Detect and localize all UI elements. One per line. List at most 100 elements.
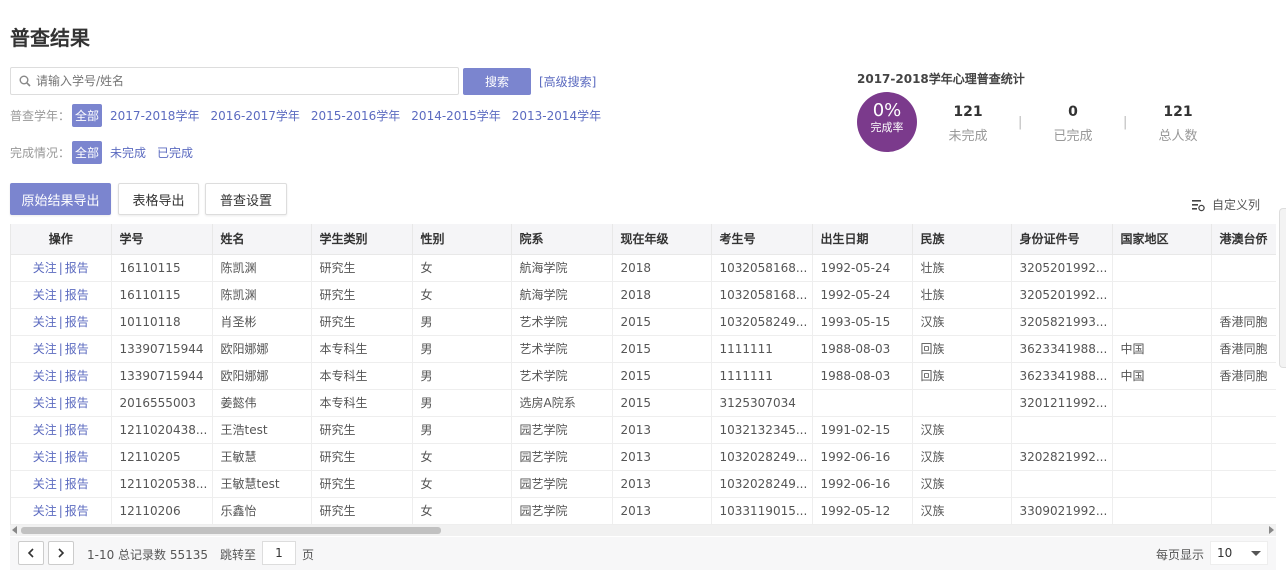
- cell-id-number: 3205201992...: [1011, 254, 1113, 282]
- col-header-student-id[interactable]: 学号: [111, 224, 213, 255]
- follow-link[interactable]: 关注: [33, 369, 57, 383]
- per-page-select[interactable]: 10: [1210, 541, 1268, 565]
- col-header-gender[interactable]: 性别: [412, 224, 512, 255]
- cell-department: 航海学院: [511, 254, 613, 282]
- cell-student-id: 1211020538...: [111, 470, 213, 498]
- cell-student-type: 研究生: [311, 443, 413, 471]
- search-button[interactable]: 搜索: [463, 68, 531, 95]
- report-link[interactable]: 报告: [65, 369, 89, 383]
- follow-link[interactable]: 关注: [33, 315, 57, 329]
- scroll-left-arrow[interactable]: [12, 526, 17, 534]
- col-header-name[interactable]: 姓名: [212, 224, 312, 255]
- cell-gender: 女: [412, 281, 512, 309]
- cell-exam-no: 1033119015...: [711, 497, 813, 525]
- cell-ethnicity: 回族: [912, 335, 1012, 363]
- col-header-country[interactable]: 国家地区: [1112, 224, 1212, 255]
- year-option-2017-2018[interactable]: 2017-2018学年: [110, 107, 199, 124]
- follow-link[interactable]: 关注: [33, 396, 57, 410]
- col-header-exam-no[interactable]: 考生号: [711, 224, 813, 255]
- completion-label: 完成率: [870, 121, 904, 134]
- custom-columns-button[interactable]: 自定义列: [1191, 196, 1260, 213]
- cell-country: [1112, 389, 1212, 417]
- follow-link[interactable]: 关注: [33, 477, 57, 491]
- export-raw-button[interactable]: 原始结果导出: [10, 183, 111, 215]
- col-header-hmt[interactable]: 港澳台侨: [1211, 224, 1276, 255]
- report-link[interactable]: 报告: [65, 504, 89, 518]
- cell-student-id: 2016555003: [111, 389, 213, 417]
- col-header-id-number[interactable]: 身份证件号: [1011, 224, 1113, 255]
- jump-page-input[interactable]: 1: [262, 541, 296, 565]
- stat-value: 0: [1068, 104, 1078, 120]
- results-table: 操作 学号 姓名 学生类别 性别 院系 现在年级 考生号 出生日期 民族 身份证…: [10, 224, 1276, 525]
- follow-link[interactable]: 关注: [33, 342, 57, 356]
- survey-settings-button[interactable]: 普查设置: [205, 183, 287, 215]
- cell-birth-date: 1992-05-24: [812, 281, 913, 309]
- cell-student-id: 16110115: [111, 281, 213, 309]
- cell-birth-date: 1991-02-15: [812, 416, 913, 444]
- col-header-grade[interactable]: 现在年级: [612, 224, 712, 255]
- cell-gender: 女: [412, 470, 512, 498]
- year-option-2013-2014[interactable]: 2013-2014学年: [512, 107, 601, 124]
- follow-link[interactable]: 关注: [33, 261, 57, 275]
- search-input[interactable]: [36, 74, 436, 88]
- cell-name: 陈凯渊: [212, 281, 312, 309]
- year-option-2014-2015[interactable]: 2014-2015学年: [411, 107, 500, 124]
- table-row: 关注 | 报告 13390715944 欧阳娜娜 本专科生男艺术学院 2015 1111111…: [11, 362, 1276, 390]
- cell-actions: 关注 | 报告: [11, 308, 112, 336]
- report-link[interactable]: 报告: [65, 477, 89, 491]
- search-box[interactable]: [10, 67, 459, 95]
- cell-grade: 2015: [612, 308, 712, 336]
- follow-link[interactable]: 关注: [33, 504, 57, 518]
- cell-department: 园艺学院: [511, 470, 613, 498]
- prev-page-button[interactable]: [18, 541, 44, 565]
- cell-student-type: 研究生: [311, 254, 413, 282]
- cell-gender: 女: [412, 497, 512, 525]
- follow-link[interactable]: 关注: [33, 450, 57, 464]
- export-table-button[interactable]: 表格导出: [118, 183, 199, 215]
- col-header-actions[interactable]: 操作: [11, 224, 112, 255]
- year-option-2016-2017[interactable]: 2016-2017学年: [210, 107, 299, 124]
- report-link[interactable]: 报告: [65, 261, 89, 275]
- cell-hmt: [1211, 254, 1276, 282]
- next-page-button[interactable]: [48, 541, 74, 565]
- cell-actions: 关注 | 报告: [11, 254, 112, 282]
- col-header-department[interactable]: 院系: [511, 224, 613, 255]
- cell-ethnicity: 壮族: [912, 254, 1012, 282]
- cell-hmt: 香港同胞: [1211, 308, 1276, 336]
- status-option-all[interactable]: 全部: [72, 141, 103, 164]
- cell-birth-date: 1992-06-16: [812, 470, 913, 498]
- cell-actions: 关注 | 报告: [11, 470, 112, 498]
- horizontal-scrollbar[interactable]: [10, 525, 1276, 536]
- report-link[interactable]: 报告: [65, 396, 89, 410]
- cell-ethnicity: 汉族: [912, 470, 1012, 498]
- follow-link[interactable]: 关注: [33, 288, 57, 302]
- col-header-student-type[interactable]: 学生类别: [311, 224, 413, 255]
- table-row: 关注 | 报告 12110205 王敏慧 研究生女园艺学院 2013 1032028249..…: [11, 443, 1276, 471]
- cell-exam-no: 1032058168...: [711, 254, 813, 282]
- status-option-complete[interactable]: 已完成: [157, 144, 193, 161]
- cell-student-type: 本专科生: [311, 335, 413, 363]
- scroll-right-arrow[interactable]: [1269, 526, 1274, 534]
- report-link[interactable]: 报告: [65, 450, 89, 464]
- cell-grade: 2018: [612, 254, 712, 282]
- report-link[interactable]: 报告: [65, 288, 89, 302]
- report-link[interactable]: 报告: [65, 342, 89, 356]
- col-header-ethnicity[interactable]: 民族: [912, 224, 1012, 255]
- cell-student-type: 研究生: [311, 416, 413, 444]
- cell-exam-no: 1032028249...: [711, 470, 813, 498]
- scrollbar-thumb[interactable]: [21, 527, 441, 534]
- completion-circle: 0% 完成率: [857, 92, 917, 152]
- search-icon: [19, 75, 31, 87]
- col-header-birth-date[interactable]: 出生日期: [812, 224, 913, 255]
- cell-department: 园艺学院: [511, 443, 613, 471]
- follow-link[interactable]: 关注: [33, 423, 57, 437]
- stat-value: 121: [953, 104, 983, 120]
- cell-grade: 2013: [612, 470, 712, 498]
- report-link[interactable]: 报告: [65, 315, 89, 329]
- report-link[interactable]: 报告: [65, 423, 89, 437]
- year-option-all[interactable]: 全部: [72, 104, 103, 127]
- status-option-incomplete[interactable]: 未完成: [110, 144, 146, 161]
- advanced-search-link[interactable]: [高级搜索]: [539, 73, 596, 90]
- year-option-2015-2016[interactable]: 2015-2016学年: [311, 107, 400, 124]
- side-drawer-tab[interactable]: [1279, 208, 1286, 368]
